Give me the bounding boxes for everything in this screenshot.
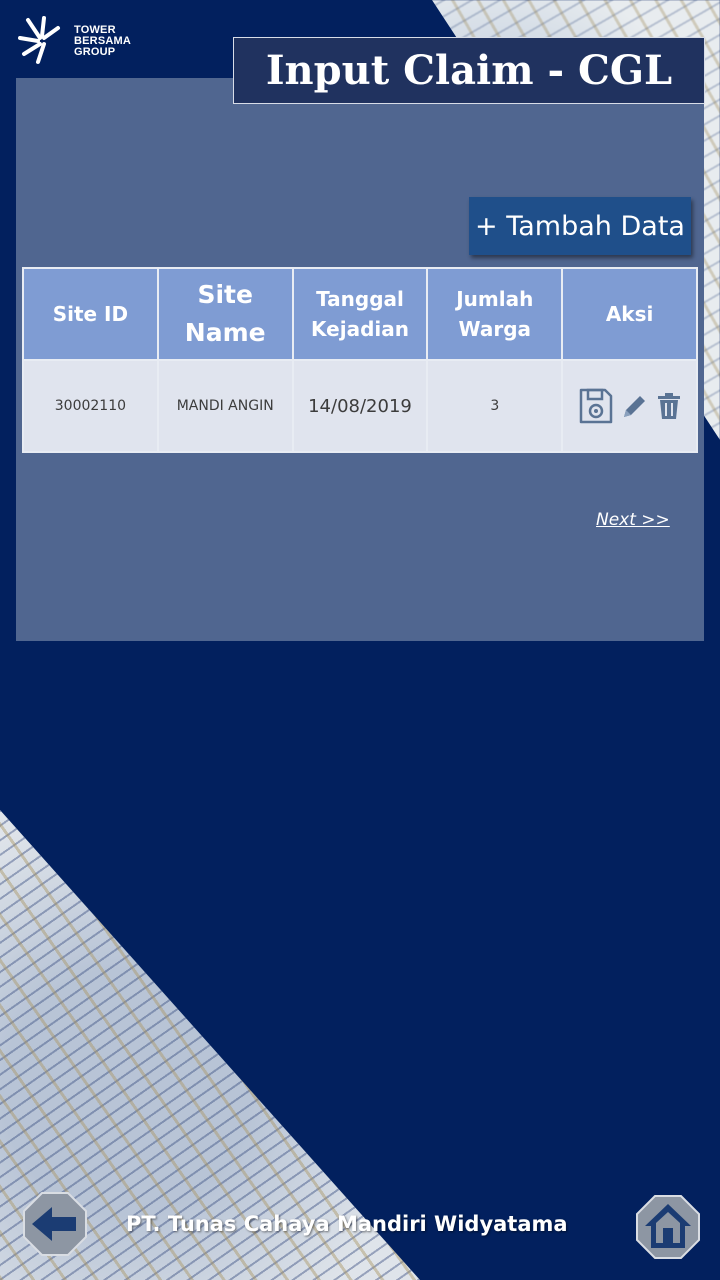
edit-button[interactable]	[620, 391, 650, 421]
page-title: Input Claim - CGL	[265, 47, 673, 94]
logo-line-1: TOWER	[74, 23, 116, 36]
cell-tanggal: 14/08/2019	[291, 359, 429, 453]
header-site-id: Site ID	[22, 267, 159, 361]
logo-text: TOWER BERSAMA GROUP	[74, 23, 132, 58]
header-jumlah-warga: Jumlah Warga	[426, 267, 564, 361]
table-row: 30002110 MANDI ANGIN 14/08/2019 3	[22, 359, 698, 453]
logo-line-3: GROUP	[74, 45, 116, 58]
save-button[interactable]	[578, 387, 614, 425]
company-logo: TOWER BERSAMA GROUP	[18, 16, 131, 66]
header-tanggal-kejadian: Tanggal Kejadian	[291, 267, 429, 361]
pencil-icon	[623, 396, 645, 417]
home-icon	[636, 1195, 700, 1259]
cell-site-name: MANDI ANGIN	[156, 359, 294, 453]
cell-site-id: 30002110	[22, 359, 159, 453]
header-aksi: Aksi	[561, 267, 698, 361]
trash-icon	[657, 393, 680, 419]
home-button[interactable]	[635, 1194, 701, 1260]
cell-jumlah: 3	[426, 359, 564, 453]
back-button[interactable]	[22, 1191, 88, 1257]
save-icon	[579, 388, 612, 424]
next-page-link[interactable]: Next >>	[596, 510, 670, 530]
claims-table: Site ID Site Name Tanggal Kejadian Jumla…	[22, 267, 698, 453]
header-site-name: Site Name	[156, 267, 294, 361]
logo-line-2: BERSAMA	[74, 34, 132, 47]
add-data-button[interactable]: + Tambah Data	[469, 197, 691, 255]
arrow-left-icon	[23, 1192, 87, 1256]
row-actions	[564, 387, 695, 425]
table-header-row: Site ID Site Name Tanggal Kejadian Jumla…	[22, 267, 698, 361]
footer-company-name: PT. Tunas Cahaya Mandiri Widyatama	[126, 1212, 568, 1236]
logo-burst-icon	[18, 16, 60, 64]
delete-button[interactable]	[656, 391, 682, 421]
page-title-box: Input Claim - CGL	[233, 37, 705, 104]
cell-aksi	[561, 359, 698, 453]
